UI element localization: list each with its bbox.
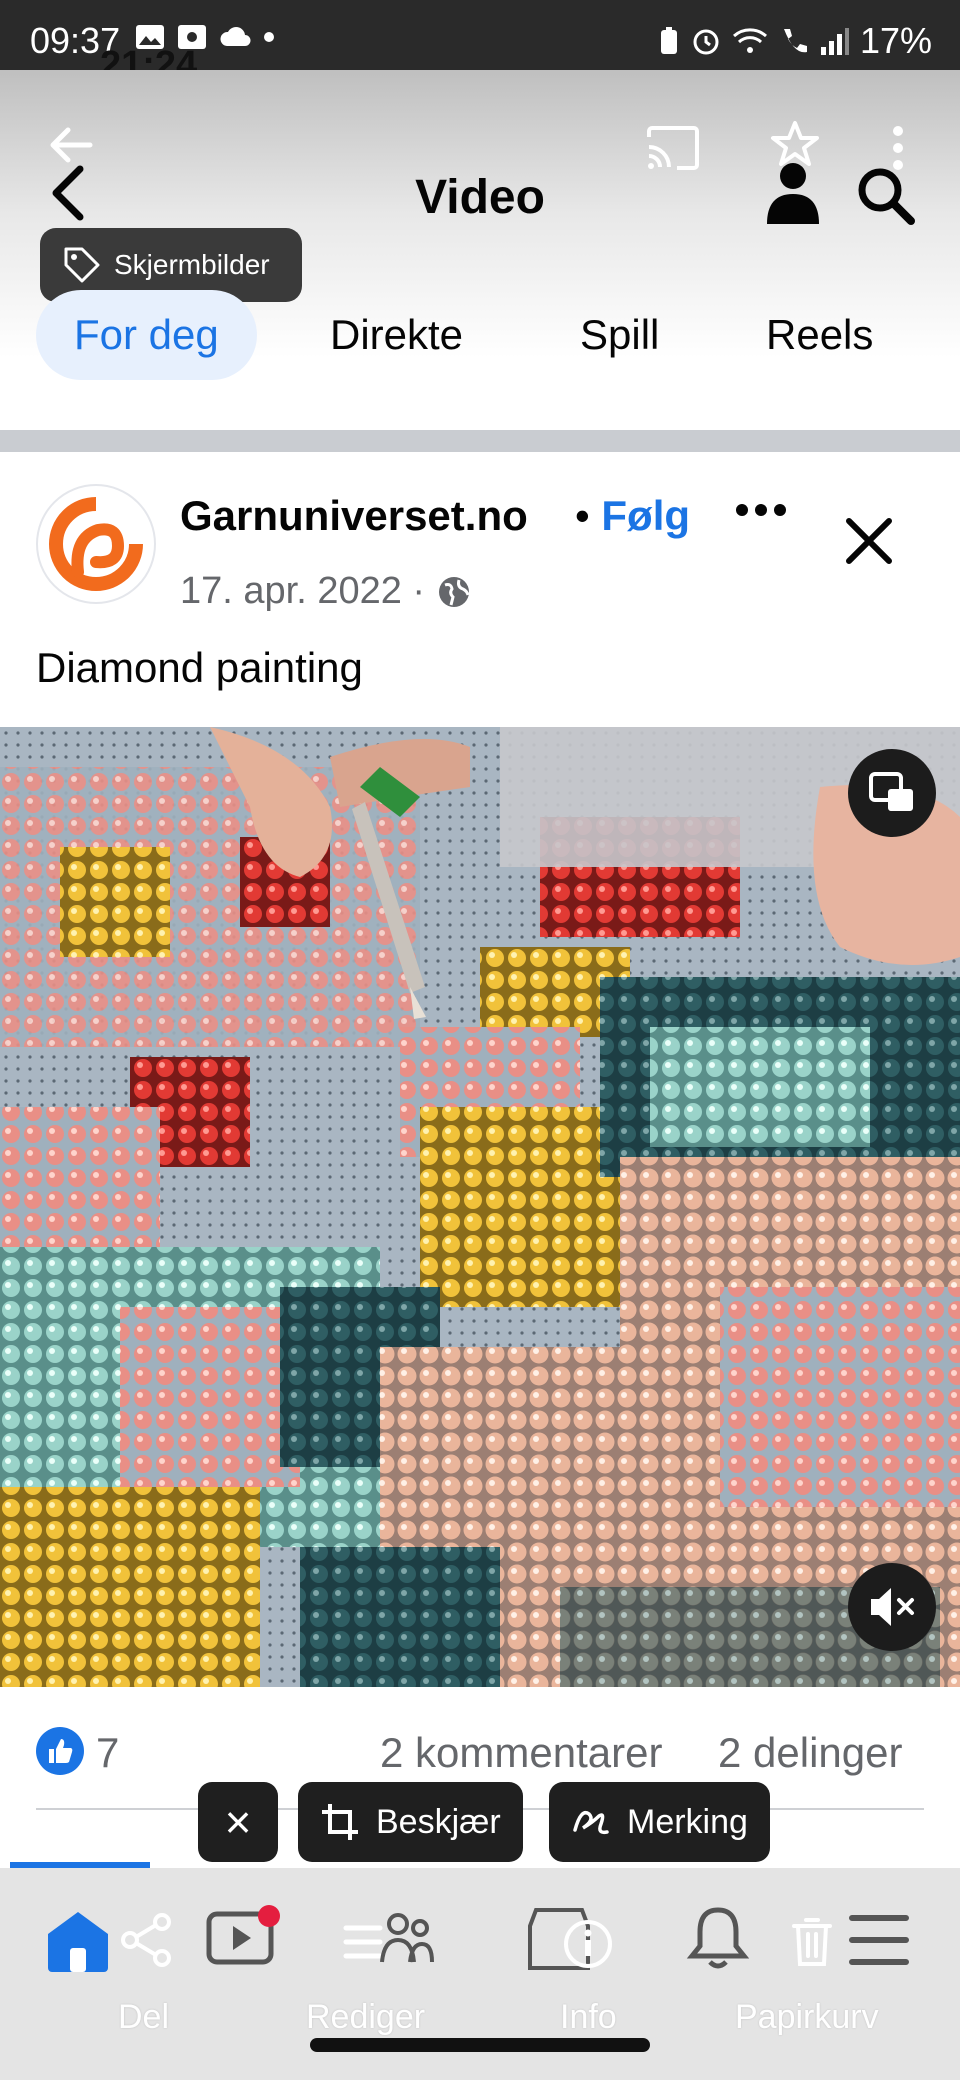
edit-icon[interactable] (340, 1908, 436, 1970)
dot-icon (264, 32, 274, 42)
like-count[interactable]: 7 (96, 1729, 119, 1777)
comment-count[interactable]: 2 kommentarer (380, 1729, 662, 1777)
tab-reels[interactable]: Reels (766, 290, 873, 380)
garnuniverset-logo-icon (49, 497, 143, 591)
search-icon[interactable] (855, 165, 917, 227)
follow-separator: • (575, 492, 590, 539)
status-icons-right: 17% (658, 20, 932, 62)
home-icon[interactable] (44, 1908, 112, 1974)
markup-icon (573, 1811, 609, 1835)
share-label[interactable]: Del (118, 1998, 169, 2037)
menu-icon[interactable] (848, 1912, 910, 1968)
video-player[interactable] (0, 727, 960, 1687)
video-frame (0, 727, 960, 1687)
profile-icon[interactable] (765, 160, 821, 226)
video-tabs: For deg Direkte Spill Reels (0, 290, 960, 380)
markup-button[interactable]: Merking (549, 1782, 770, 1862)
info-icon[interactable] (524, 1906, 616, 1972)
info-label[interactable]: Info (560, 1998, 617, 2037)
wifi-calling-icon (732, 28, 767, 53)
post-caption: Diamond painting (36, 644, 363, 691)
follow-button[interactable]: Følg (601, 492, 690, 539)
video-tab-icon[interactable] (205, 1904, 285, 1970)
globe-icon (439, 576, 470, 607)
back-arrow-icon[interactable] (48, 125, 94, 165)
tab-spill[interactable]: Spill (580, 290, 659, 380)
alarm-icon (693, 29, 719, 55)
post-header: Garnuniverset.no • Følg 17. apr. 2022 · … (0, 452, 960, 717)
more-horizontal-icon[interactable] (735, 502, 787, 518)
thumbs-up-icon (49, 1739, 73, 1763)
cloud-icon (220, 27, 251, 46)
editor-close-button[interactable]: × (198, 1782, 278, 1862)
call-icon (783, 29, 807, 53)
home-indicator[interactable] (310, 2038, 650, 2052)
share-count[interactable]: 2 delinger (718, 1729, 902, 1777)
post-date: 17. apr. 2022 · (180, 570, 426, 612)
editor-close-label: × (224, 1796, 252, 1848)
tooltip-label: Skjermbilder (114, 249, 270, 280)
avatar[interactable] (36, 484, 156, 604)
bell-icon[interactable] (686, 1904, 750, 1970)
section-divider (0, 430, 960, 452)
mute-button[interactable] (848, 1563, 936, 1651)
share-icon[interactable] (118, 1912, 174, 1968)
tag-icon (64, 247, 100, 283)
post-author[interactable]: Garnuniverset.no (180, 492, 528, 540)
muted-speaker-icon (871, 1588, 914, 1626)
markup-label: Merking (627, 1802, 748, 1841)
signal-icon (820, 28, 849, 55)
post-date-row: 17. apr. 2022 · (180, 570, 471, 613)
like-reaction-icon (36, 1727, 84, 1775)
tab-direkte[interactable]: Direkte (330, 290, 463, 380)
crop-icon (322, 1804, 358, 1840)
status-bar: 09:37 17% 21:24 (0, 0, 960, 86)
pip-icon (869, 772, 913, 811)
edit-label[interactable]: Rediger (306, 1998, 425, 2037)
crop-button[interactable]: Beskjær (298, 1782, 523, 1862)
crop-label: Beskjær (376, 1802, 501, 1841)
close-icon[interactable] (845, 517, 893, 565)
battery-percent: 17% (859, 20, 932, 61)
tab-for-deg[interactable]: For deg (36, 290, 257, 380)
trash-label[interactable]: Papirkurv (735, 1998, 879, 2037)
trash-icon[interactable] (790, 1916, 834, 1968)
cast-icon[interactable] (645, 125, 701, 171)
picture-in-picture-button[interactable] (848, 749, 936, 837)
battery-saver-icon (660, 27, 677, 54)
follow-group: • Følg (575, 492, 690, 540)
